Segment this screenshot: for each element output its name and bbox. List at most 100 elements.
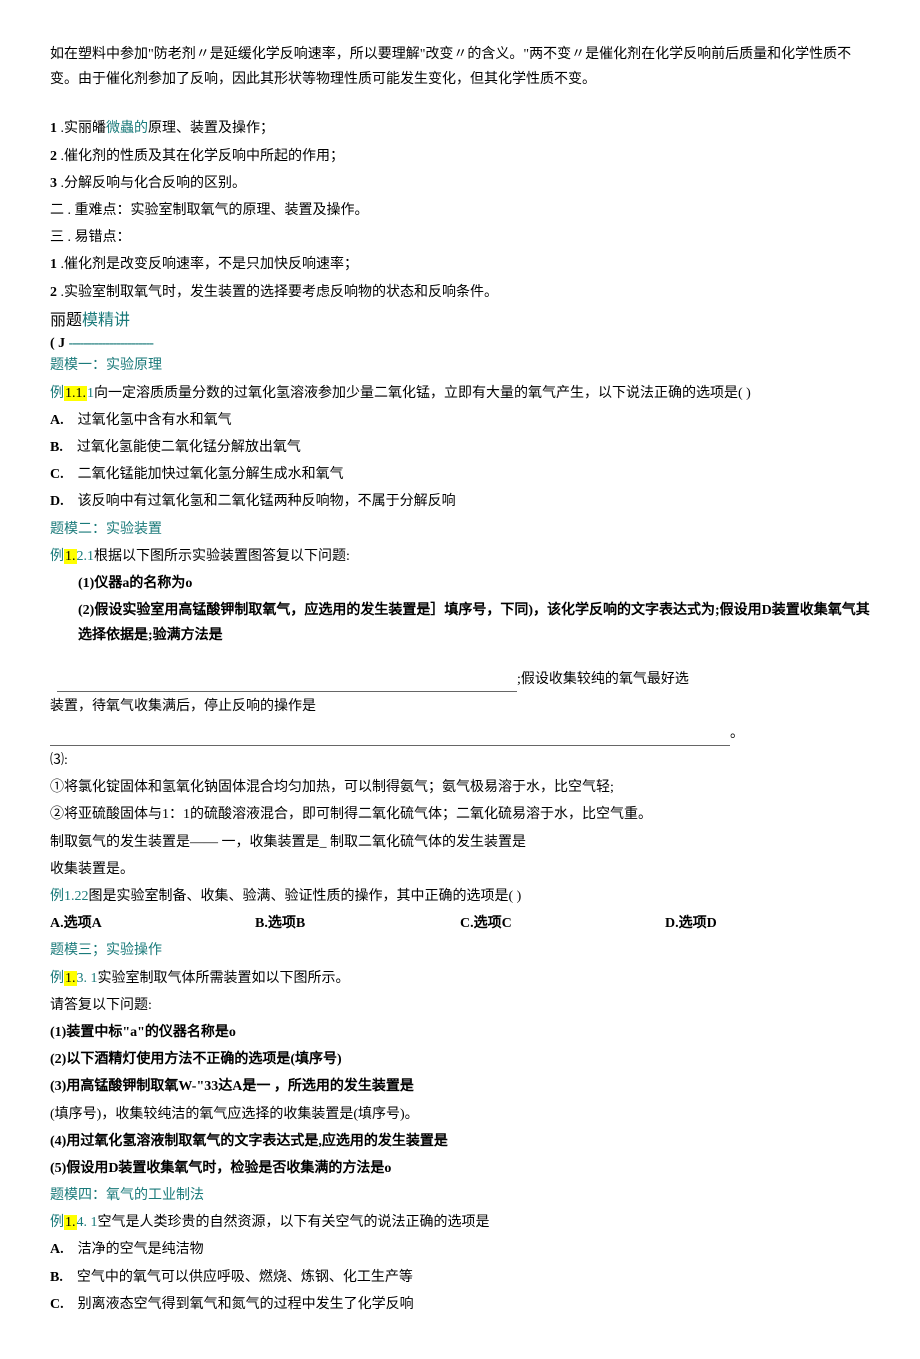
point-3: 3 .分解反响与化合反响的区别。	[50, 171, 870, 196]
sub-q3b: (填序号)，收集较纯洁的氧气应选择的收集装置是(填序号)。	[50, 1102, 870, 1127]
title-b: 模精讲	[82, 312, 130, 329]
option-c: C. 二氧化锰能加快过氧化氢分解生成水和氧气	[50, 462, 870, 487]
option-c: C.选项C	[460, 911, 665, 936]
section-sub: ( J -----------------------	[50, 337, 870, 351]
text: .分解反响与化合反响的区别。	[57, 176, 246, 191]
section-title: 丽题模精讲	[50, 307, 870, 336]
highlight: 1.	[64, 971, 77, 986]
topic-module-4: 题模四：氧气的工业制法	[50, 1183, 870, 1208]
sub-prompt: 请答复以下问题:	[50, 993, 870, 1018]
sub-q3-a: ①将氯化锭固体和氢氧化钠固体混合均匀加热，可以制得氨气；氨气极易溶于水，比空气轻…	[50, 775, 870, 800]
topic-module-1: 题模一：实验原理	[50, 353, 870, 378]
example-1-1-1: 例1.1.1向一定溶质质量分数的过氧化氢溶液参加少量二氧化锰，立即有大量的氧气产…	[50, 381, 870, 406]
sub-q1: (1)仪器a的名称为o	[50, 571, 870, 596]
after-text-2: 装置，待氧气收集满后，停止反响的操作是	[50, 694, 870, 719]
highlight: 1.	[64, 549, 77, 564]
prefix: 例	[50, 549, 64, 564]
label: C.	[50, 467, 64, 482]
label: B.	[50, 440, 63, 455]
text: 洁净的空气是纯洁物	[78, 1242, 204, 1257]
sub-q3-b: ②将亚硫酸固体与1：1的硫酸溶液混合，即可制得二氧化硫气体；二氧化硫易溶于水，比…	[50, 802, 870, 827]
after-text: ;假设收集较纯的氧气最好选	[517, 672, 689, 687]
question-text: 向一定溶质质量分数的过氧化氢溶液参加少量二氧化锰，立即有大量的氧气产生，以下说法…	[94, 386, 751, 401]
num: 2	[50, 149, 57, 164]
question-text: 根据以下图所示实验装置图答复以下问题:	[94, 549, 350, 564]
text: .实验室制取氧气时，发生装置的选择要考虑反响物的状态和反响条件。	[57, 285, 498, 300]
blank-line[interactable]	[57, 678, 517, 692]
point-6: 1 .催化剂是改变反响速率，不是只加快反响速率；	[50, 252, 870, 277]
text: . 易错点：	[64, 230, 131, 245]
option-c: C. 别离液态空气得到氧气和氮气的过程中发生了化学反响	[50, 1292, 870, 1317]
fill-line-row-2: 。	[50, 721, 870, 746]
sub-q5: (5)假设用D装置收集氧气时，检验是否收集满的方法是o	[50, 1156, 870, 1181]
topic-module-3: 题模三；实验操作	[50, 938, 870, 963]
sub-q3-d: 收集装置是。	[50, 857, 870, 882]
prefix: 例	[50, 1215, 64, 1230]
link-text[interactable]: 微蟲的	[106, 121, 148, 136]
text-b: 原理、装置及操作；	[148, 121, 274, 136]
sub-text: ( J	[50, 336, 69, 351]
prefix: 例	[50, 386, 64, 401]
mid: 4. 1	[77, 1215, 98, 1230]
option-a: A.选项A	[50, 911, 255, 936]
topic-module-2: 题模二：实验装置	[50, 517, 870, 542]
point-7: 2 .实验室制取氧气时，发生装置的选择要考虑反响物的状态和反响条件。	[50, 280, 870, 305]
label: A.	[50, 413, 64, 428]
sub-q3-c: 制取氨气的发生装置是—— 一，收集装置是_ 制取二氧化硫气体的发生装置是	[50, 830, 870, 855]
option-a: A. 洁净的空气是纯洁物	[50, 1237, 870, 1262]
mid: 3. 1	[77, 971, 98, 986]
sub-q3-head: ⑶:	[50, 748, 870, 773]
num: 2	[50, 285, 57, 300]
text: 过氧化氢中含有水和氧气	[78, 413, 232, 428]
sub-q2: (2)假设实验室用高锰酸钾制取氧气，应选用的发生装置是］填序号，下同)，该化学反…	[50, 598, 870, 648]
question-text: 图是实验室制备、收集、验满、验证性质的操作，其中正确的选项是( )	[89, 889, 522, 904]
highlight: 1.1.	[64, 386, 87, 401]
point-4: 二 . 重难点：实验室制取氧气的原理、装置及操作。	[50, 198, 870, 223]
point-2: 2 .催化剂的性质及其在化学反响中所起的作用；	[50, 144, 870, 169]
point-5: 三 . 易错点：	[50, 225, 870, 250]
sub-q2: (2)以下酒精灯使用方法不正确的选项是(填序号)	[50, 1047, 870, 1072]
example-1-4-1: 例1.4. 1空气是人类珍贵的自然资源，以下有关空气的说法正确的选项是	[50, 1210, 870, 1235]
num: 3	[50, 176, 57, 191]
label: B.	[50, 1270, 63, 1285]
blank-line[interactable]	[50, 733, 730, 747]
num: 三	[50, 230, 64, 245]
highlight: 1.	[64, 1215, 77, 1230]
point-1: 1 .实丽皤微蟲的原理、装置及操作；	[50, 116, 870, 141]
mid: 2.1	[77, 549, 95, 564]
num: 1	[50, 257, 57, 272]
text: . 重难点：实验室制取氧气的原理、装置及操作。	[64, 203, 369, 218]
label: D.	[50, 494, 64, 509]
label: A.	[50, 1242, 64, 1257]
option-row: A.选项A B.选项B C.选项C D.选项D	[50, 911, 870, 936]
period: 。	[730, 726, 744, 741]
sub-q1: (1)装置中标"a"的仪器名称是o	[50, 1020, 870, 1045]
question-text: 实验室制取气体所需装置如以下图所示。	[98, 971, 350, 986]
dash: -----------------------	[69, 336, 153, 351]
text: .催化剂的性质及其在化学反响中所起的作用；	[57, 149, 344, 164]
num: 二	[50, 203, 64, 218]
example-1-2-2: 例1.22图是实验室制备、收集、验满、验证性质的操作，其中正确的选项是( )	[50, 884, 870, 909]
example-1-3-1: 例1.3. 1实验室制取气体所需装置如以下图所示。	[50, 966, 870, 991]
option-b: B.选项B	[255, 911, 460, 936]
mid: 1	[87, 386, 94, 401]
option-a: A. 过氧化氢中含有水和氧气	[50, 408, 870, 433]
example-1-2-1: 例1.2.1根据以下图所示实验装置图答复以下问题:	[50, 544, 870, 569]
option-d: D.选项D	[665, 911, 870, 936]
text: 二氧化锰能加快过氧化氢分解生成水和氧气	[78, 467, 344, 482]
sub-q3: (3)用高锰酸钾制取氧W-"33达A是一 ，所选用的发生装置是	[50, 1074, 870, 1099]
fill-line-row-1: ;假设收集较纯的氧气最好选	[50, 667, 870, 692]
option-b: B. 过氧化氢能使二氧化锰分解放出氧气	[50, 435, 870, 460]
text: 别离液态空气得到氧气和氮气的过程中发生了化学反响	[78, 1297, 414, 1312]
mid2: 22	[75, 889, 89, 904]
text-a: .实丽皤	[57, 121, 106, 136]
num: 1	[50, 121, 57, 136]
text: 该反响中有过氧化氢和二氧化锰两种反响物，不属于分解反响	[78, 494, 456, 509]
title-a: 丽题	[50, 312, 82, 329]
intro-paragraph: 如在塑料中参加"防老剂〃是延缓化学反响速率，所以要理解"改变〃的含义。"两不变〃…	[50, 42, 870, 92]
prefix: 例	[50, 971, 64, 986]
sub-q4: (4)用过氧化氢溶液制取氧气的文字表达式是,应选用的发生装置是	[50, 1129, 870, 1154]
text: .催化剂是改变反响速率，不是只加快反响速率；	[57, 257, 358, 272]
text: 空气中的氧气可以供应呼吸、燃烧、炼钢、化工生产等	[77, 1270, 413, 1285]
option-b: B. 空气中的氧气可以供应呼吸、燃烧、炼钢、化工生产等	[50, 1265, 870, 1290]
